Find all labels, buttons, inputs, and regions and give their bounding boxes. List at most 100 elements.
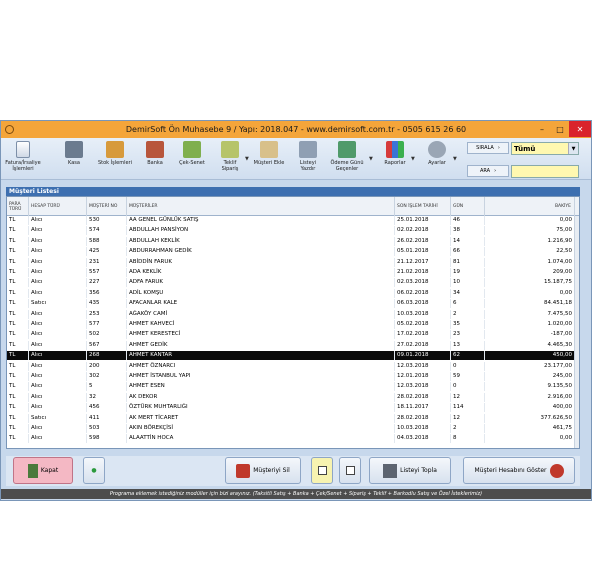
overdue-dropdown-icon[interactable]: ▼ xyxy=(369,156,373,162)
table-cell: 0,00 xyxy=(485,434,575,444)
table-cell: AHMET ÖZNARCI xyxy=(127,361,395,371)
table-cell: TL xyxy=(7,424,29,433)
column-header[interactable]: MÜŞTERİ NO xyxy=(87,197,127,216)
checkbox-button-2[interactable] xyxy=(339,457,361,484)
table-row[interactable]: TL Alıcı 574 ABDULLAH PANSİYON 02.02.2018 38 7… xyxy=(7,226,575,236)
toolbar-kasa-button[interactable]: Kasa xyxy=(59,141,89,166)
table-cell: 12 xyxy=(451,392,485,402)
table-cell: 06.02.2018 xyxy=(395,288,451,298)
table-cell: Alıcı xyxy=(29,278,87,288)
table-row[interactable]: TL Alıcı 425 ABDURRAHMAN GEDİK 05.01.2018 66 2… xyxy=(7,247,575,257)
table-cell: 02.02.2018 xyxy=(395,226,451,236)
table-cell: 12.03.2018 xyxy=(395,361,451,371)
column-header[interactable]: PARA TÜRÜ xyxy=(7,197,29,216)
status-dot-button[interactable]: ● xyxy=(83,457,105,484)
title-bar[interactable]: DemirSoft Ön Muhasebe 9 / Yapı: 2018.047… xyxy=(1,121,591,138)
table-cell: TL xyxy=(7,268,29,277)
close-button[interactable]: ✕ xyxy=(569,121,591,137)
exit-door-icon xyxy=(27,463,38,478)
table-row[interactable]: TL Alıcı 588 ABDULLAH KEKLİK 26.02.2018 14 1.2… xyxy=(7,236,575,246)
table-cell: 253 xyxy=(87,309,127,319)
chevron-down-icon[interactable]: ▼ xyxy=(568,143,578,154)
table-cell: 12.03.2018 xyxy=(395,382,451,392)
reports-dropdown-icon[interactable]: ▼ xyxy=(411,156,415,162)
table-row[interactable]: TL Alıcı 356 ADİL KOMŞU 06.02.2018 34 0,00 xyxy=(7,288,575,298)
settings-dropdown-icon[interactable]: ▼ xyxy=(453,156,457,162)
kapat-button[interactable]: Kapat xyxy=(13,457,73,484)
table-cell: TL xyxy=(7,257,29,267)
table-row[interactable]: TL Alıcı 231 ABİDDİN FARUK 21.12.2017 81 1.074… xyxy=(7,257,575,267)
table-row[interactable]: TL Alıcı 200 AHMET ÖZNARCI 12.03.2018 0 23.177… xyxy=(7,361,575,371)
table-row[interactable]: TL Alıcı 557 ADA KEKLİK 21.02.2018 19 209,00 xyxy=(7,268,575,277)
table-cell: 26.02.2018 xyxy=(395,236,451,246)
table-row[interactable]: TL Alıcı 567 AHMET GEDİK 27.02.2018 13 4.465,3… xyxy=(7,340,575,350)
toolbar-settings-button[interactable]: Ayarlar xyxy=(423,141,451,166)
table-cell: ABDURRAHMAN GEDİK xyxy=(127,247,395,257)
sirala-select[interactable]: Tümü ▼ xyxy=(511,142,579,155)
column-header[interactable]: HESAP TÜRÜ xyxy=(29,197,87,216)
ara-label: ARA › xyxy=(467,165,509,177)
toolbar-banka-button[interactable]: Banka xyxy=(141,141,169,166)
toolbar-add-customer-button[interactable]: Müşteri Ekle xyxy=(251,141,287,166)
toolbar-teklif-button[interactable]: Teklif Sipariş xyxy=(215,141,245,172)
table-row[interactable]: TL Alıcı 302 AHMET İSTANBUL YAPI 12.01.2018 5… xyxy=(7,372,575,381)
minimize-button[interactable]: – xyxy=(533,121,551,137)
sum-list-button[interactable]: Listeyi Topla xyxy=(369,457,451,484)
vertical-scrollbar[interactable] xyxy=(574,216,579,448)
toolbar-print-button[interactable]: Listeyi Yazdır xyxy=(295,141,321,172)
table-row[interactable]: TL Alıcı 227 ADFA FARUK 02.03.2018 10 15.187,7… xyxy=(7,278,575,288)
table-cell: 46 xyxy=(451,216,485,225)
table-cell: 19 xyxy=(451,268,485,277)
toolbar-stock-button[interactable]: Stok İşlemleri xyxy=(97,141,133,166)
table-row[interactable]: TL Alıcı 598 ALAATTİN HOCA 04.03.2018 8 0,00 xyxy=(7,434,575,444)
table-cell: Alıcı xyxy=(29,382,87,392)
table-row[interactable]: TL Alıcı 577 AHMET KAHVECİ 05.02.2018 35 1.020… xyxy=(7,320,575,329)
table-row[interactable]: TL Alıcı 456 ÖZTÜRK MUHTARLIĞI 18.11.2017 114… xyxy=(7,403,575,413)
table-row[interactable]: TL Alıcı 503 AKIN BÖREKÇİSİ 10.03.2018 2 461,7… xyxy=(7,424,575,433)
table-cell: Satıcı xyxy=(29,299,87,309)
table-cell: Alıcı xyxy=(29,320,87,329)
table-cell: ALAATTİN HOCA xyxy=(127,434,395,444)
checkbox[interactable] xyxy=(345,466,355,475)
table-cell: 66 xyxy=(451,247,485,257)
ara-input[interactable] xyxy=(511,165,579,178)
offer-icon xyxy=(221,141,239,158)
table-cell: TL xyxy=(7,434,29,444)
table-row[interactable]: TL Alıcı 502 AHMET KERESTECİ 17.02.2018 23 -18… xyxy=(7,330,575,340)
delete-customer-button[interactable]: Müşteriyi Sil xyxy=(225,457,301,484)
table-cell: 400,00 xyxy=(485,403,575,413)
toolbar-invoice-button[interactable]: Fatura/İrsaliye İşlemleri xyxy=(3,141,43,172)
table-cell: -187,00 xyxy=(485,330,575,340)
toolbar-overdue-button[interactable]: Ödeme Günü Geçenler xyxy=(327,141,367,172)
table-row[interactable]: TL Alıcı 32 AK DEKOR 28.02.2018 12 2.916,00 xyxy=(7,392,575,402)
column-header[interactable]: SON İŞLEM TARİHİ xyxy=(395,197,451,216)
column-header[interactable]: MÜŞTERİLER xyxy=(127,197,395,216)
toolbar-reports-button[interactable]: Raporlar xyxy=(381,141,409,166)
table-row[interactable]: TL Alıcı 530 AA GENEL GÜNLÜK SATIŞ 25.01.201… xyxy=(7,216,575,225)
table-row[interactable]: TL Alıcı 5 AHMET ESEN 12.03.2018 0 9.135,50 xyxy=(7,382,575,392)
table-cell: 13 xyxy=(451,340,485,350)
column-header[interactable]: BAKİYE xyxy=(485,197,575,216)
column-header[interactable]: GÜN xyxy=(451,197,485,216)
check-icon xyxy=(183,141,201,158)
table-cell: 209,00 xyxy=(485,268,575,277)
print-icon xyxy=(299,141,317,158)
table-row[interactable]: TL Satıcı 435 AFACANLAR KALE 06.03.2018 6 84.4… xyxy=(7,299,575,309)
table-row[interactable]: TL Alıcı 268 AHMET KANTAR 09.01.2018 62 450,00 xyxy=(7,351,575,361)
stock-icon xyxy=(106,141,124,158)
table-cell: 557 xyxy=(87,268,127,277)
checkbox-button-1[interactable] xyxy=(311,457,333,484)
table-cell: 1.020,00 xyxy=(485,320,575,329)
table-cell: 62 xyxy=(451,351,485,361)
table-cell: Alıcı xyxy=(29,288,87,298)
table-cell: Alıcı xyxy=(29,403,87,413)
teklif-dropdown-icon[interactable]: ▼ xyxy=(245,156,249,162)
table-cell: 0,00 xyxy=(485,288,575,298)
table-row[interactable]: TL Satıcı 411 AK MERT TİCARET 28.02.2018 12 37… xyxy=(7,413,575,423)
maximize-button[interactable]: □ xyxy=(551,121,569,137)
toolbar-cek-senet-button[interactable]: Çek-Senet xyxy=(175,141,209,166)
checkbox[interactable] xyxy=(317,466,327,475)
table-row[interactable]: TL Alıcı 253 AĞAKÖY CAMİ 10.03.2018 2 7.475,50 xyxy=(7,309,575,319)
table-cell: Alıcı xyxy=(29,216,87,225)
show-account-button[interactable]: Müşteri Hesabını Göster xyxy=(463,457,575,484)
